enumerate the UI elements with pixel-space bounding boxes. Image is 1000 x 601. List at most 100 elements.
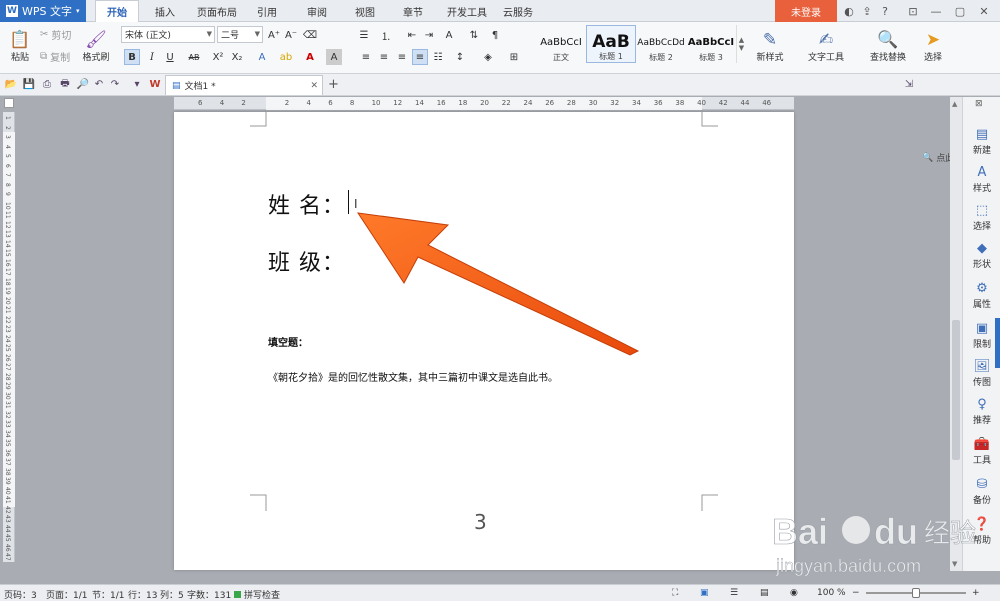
close-icon[interactable]: ✕ [976,3,992,19]
horizontal-ruler[interactable]: 6 4 2 2 4 6 8 10 12 14 16 18 20 22 24 26 28 30 32 34 36 38 40 4… [174,97,794,110]
fill-blank-heading[interactable]: 填空题： [268,334,308,349]
share-icon[interactable]: ⇪ [859,3,875,19]
select-button[interactable]: ➤ 选择 [916,26,950,66]
new-tab-icon[interactable]: + [328,77,339,92]
tab-references[interactable]: 引用 [248,0,286,22]
strikethrough-icon[interactable]: AB [184,49,204,65]
font-size-select[interactable]: 二号 ▼ [217,26,263,43]
copy-button[interactable]: ⧉ 复制 [40,49,70,64]
line-spacing-icon[interactable]: ↕ [452,49,468,65]
fullscreen-icon[interactable]: ⛶ [672,588,678,598]
scrollbar-thumb[interactable] [952,320,960,460]
italic-icon[interactable]: I [144,49,160,65]
cut-button[interactable]: ✂ 剪切 [40,27,71,42]
pin-icon[interactable]: ⇲ [902,77,916,91]
page-view-icon[interactable]: ▣ [700,588,709,598]
panel-shape[interactable]: ◆ 形状 [965,241,999,270]
text-effect-icon[interactable]: A [254,49,270,65]
open-folder-icon[interactable]: 📂 [4,77,18,91]
shrink-font-icon[interactable]: A⁻ [283,27,299,43]
maximize-icon[interactable]: ▢ [952,3,968,19]
close-tab-icon[interactable]: ✕ [310,81,318,91]
paste-button[interactable]: 📋 粘贴 [4,26,36,66]
panel-close-icon[interactable]: ⊠ [975,99,983,109]
panel-restrict[interactable]: ▣ 限制 [965,321,999,350]
panel-tools[interactable]: 🧰 工具 [965,437,999,466]
zoom-out-icon[interactable]: − [852,588,860,598]
char-shading-icon[interactable]: A [326,49,342,65]
skin-icon[interactable]: ◐ [841,3,857,19]
align-left-icon[interactable]: ≡ [358,49,374,65]
name-line[interactable]: 姓 名： [268,188,345,220]
panel-recommend[interactable]: ♀ 推荐 [965,397,999,426]
undo-icon[interactable]: ↶ [92,77,106,91]
tab-developer[interactable]: 开发工具 [440,0,494,22]
vertical-ruler[interactable]: 1 2 3 4 5 6 7 8 9 10 11 12 13 14 15 16 17 18 19 20 21 22 23 24 2… [3,112,15,562]
chinese-layout-icon[interactable]: A [441,27,457,43]
tab-chapter[interactable]: 章节 [394,0,432,22]
panel-help[interactable]: ❓ 帮助 [965,517,999,546]
document-tab[interactable]: ▤ 文档1 * ✕ [165,75,323,95]
question-text[interactable]: 《朝花夕拾》是的回忆性散文集，其中三篇初中课文是选自此书。 [268,369,558,384]
panel-backup[interactable]: ⛁ 备份 [965,477,999,506]
increase-indent-icon[interactable]: ⇥ [421,27,437,43]
tab-home[interactable]: 开始 [95,0,139,22]
spell-check-toggle[interactable]: 拼写检查 [234,588,280,601]
wps-home-icon[interactable]: W [148,77,162,91]
tab-view[interactable]: 视图 [346,0,384,22]
style-heading-3[interactable]: AaBbCcI 标题 3 [686,25,736,63]
font-color-icon[interactable]: A [302,49,318,65]
format-painter-button[interactable]: 🖌 格式刷 [80,26,112,66]
superscript-icon[interactable]: X² [210,49,226,65]
print-preview-icon[interactable]: 🔎 [76,77,90,91]
align-center-icon[interactable]: ≡ [376,49,392,65]
outline-view-icon[interactable]: ☰ [730,588,738,598]
find-replace-button[interactable]: 🔍 查找替换 [862,26,914,66]
zoom-in-icon[interactable]: + [972,588,980,598]
highlight-icon[interactable]: ab [278,49,294,65]
justify-icon[interactable]: ≡ [412,49,428,65]
eye-protect-icon[interactable]: ◉ [790,588,798,598]
redo-icon[interactable]: ↷ [108,77,122,91]
save-icon[interactable]: 💾 [22,77,36,91]
tab-insert[interactable]: 插入 [143,0,187,22]
distributed-icon[interactable]: ☷ [430,49,446,65]
print-icon[interactable]: 🖶 [58,77,72,91]
tab-stop-selector[interactable] [4,98,14,108]
customize-chevron-icon[interactable]: ▾ [130,77,144,91]
zoom-slider-thumb[interactable] [912,588,920,598]
panel-select[interactable]: ⬚ 选择 [965,203,999,232]
border-icon[interactable]: ⊞ [506,49,522,65]
zoom-level[interactable]: 100 % [817,588,846,598]
help-icon[interactable]: ? [877,3,893,19]
underline-icon[interactable]: U [162,49,178,65]
tab-page-layout[interactable]: 页面布局 [190,0,244,22]
app-menu-button[interactable]: W WPS 文字 ▾ [0,0,86,22]
numbered-list-icon[interactable]: ⒈ [378,27,394,43]
panel-toggle-tab[interactable] [995,318,1000,368]
panel-new[interactable]: ▤ 新建 [965,127,999,156]
sort-icon[interactable]: ⇅ [466,27,482,43]
tab-cloud[interactable]: 云服务 [496,0,540,22]
tab-review[interactable]: 审阅 [298,0,336,22]
restore-ribbon-icon[interactable]: ⊡ [905,3,921,19]
panel-upload-image[interactable]: 🖼 传图 [965,359,999,388]
panel-style[interactable]: A 样式 [965,165,999,194]
minimize-icon[interactable]: — [928,3,944,19]
clear-format-icon[interactable]: ⌫ [302,27,318,43]
decrease-indent-icon[interactable]: ⇤ [404,27,420,43]
subscript-icon[interactable]: X₂ [229,49,245,65]
class-line[interactable]: 班 级： [268,245,345,277]
export-pdf-icon[interactable]: ⎙ [40,77,54,91]
scroll-up-icon[interactable]: ▲ [952,100,957,108]
align-right-icon[interactable]: ≡ [394,49,410,65]
status-word-count[interactable]: 字数：131 [187,588,231,601]
web-view-icon[interactable]: ▤ [760,588,769,598]
panel-properties[interactable]: ⚙ 属性 [965,281,999,310]
style-heading-2[interactable]: AaBbCcDd 标题 2 [636,25,686,63]
login-button[interactable]: 未登录 [775,0,837,22]
new-style-button[interactable]: ✎ 新样式 [750,26,790,66]
bold-icon[interactable]: B [124,49,140,65]
bullet-list-icon[interactable]: ☰ [356,27,372,43]
text-tools-button[interactable]: ✍ 文字工具 [800,26,852,66]
